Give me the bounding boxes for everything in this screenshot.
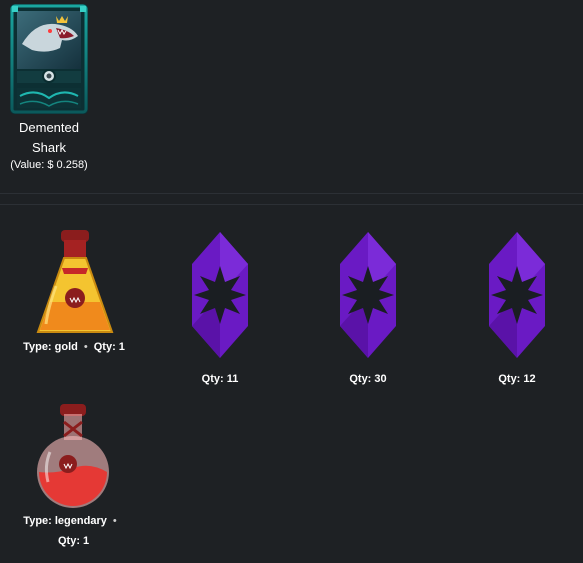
reward-qty-label: Qty: 12	[498, 373, 536, 385]
legendary-potion-icon	[37, 404, 109, 508]
card-value: (Value: $ 0.258)	[10, 159, 88, 171]
purple-shard-icon	[340, 232, 396, 358]
divider-bottom	[0, 204, 583, 205]
reward-item-legendary-potion[interactable]: Type: legendary • Qty: 1	[10, 402, 136, 548]
reward-item-shard-3[interactable]: Qty: 12	[473, 232, 561, 386]
separator-dot: •	[83, 341, 88, 353]
divider-top	[0, 193, 583, 194]
purple-shard-icon	[192, 232, 248, 358]
reward-qty-label: Qty: 11	[201, 373, 239, 385]
card-art-shark-icon	[10, 4, 88, 114]
reward-item-shard-1[interactable]: Qty: 11	[176, 232, 264, 386]
purple-shard-icon	[489, 232, 545, 358]
card-section: Demented Shark (Value: $ 0.258)	[0, 0, 583, 193]
reward-qty-label: Qty: 30	[349, 373, 387, 385]
gold-potion-icon	[36, 230, 114, 333]
separator-dot: •	[112, 515, 117, 527]
reward-qty-label: Qty: 1	[93, 341, 125, 353]
card-name: Demented Shark	[19, 120, 79, 155]
reward-item-gold-potion[interactable]: Type: gold • Qty: 1	[14, 228, 134, 354]
reward-type-label: Type: legendary	[23, 515, 107, 527]
reward-item-shard-2[interactable]: Qty: 30	[324, 232, 412, 386]
reward-qty-label: Qty: 1	[58, 535, 90, 547]
card-demented-shark[interactable]: Demented Shark (Value: $ 0.258)	[9, 4, 89, 172]
reward-type-label: Type: gold	[23, 341, 78, 353]
